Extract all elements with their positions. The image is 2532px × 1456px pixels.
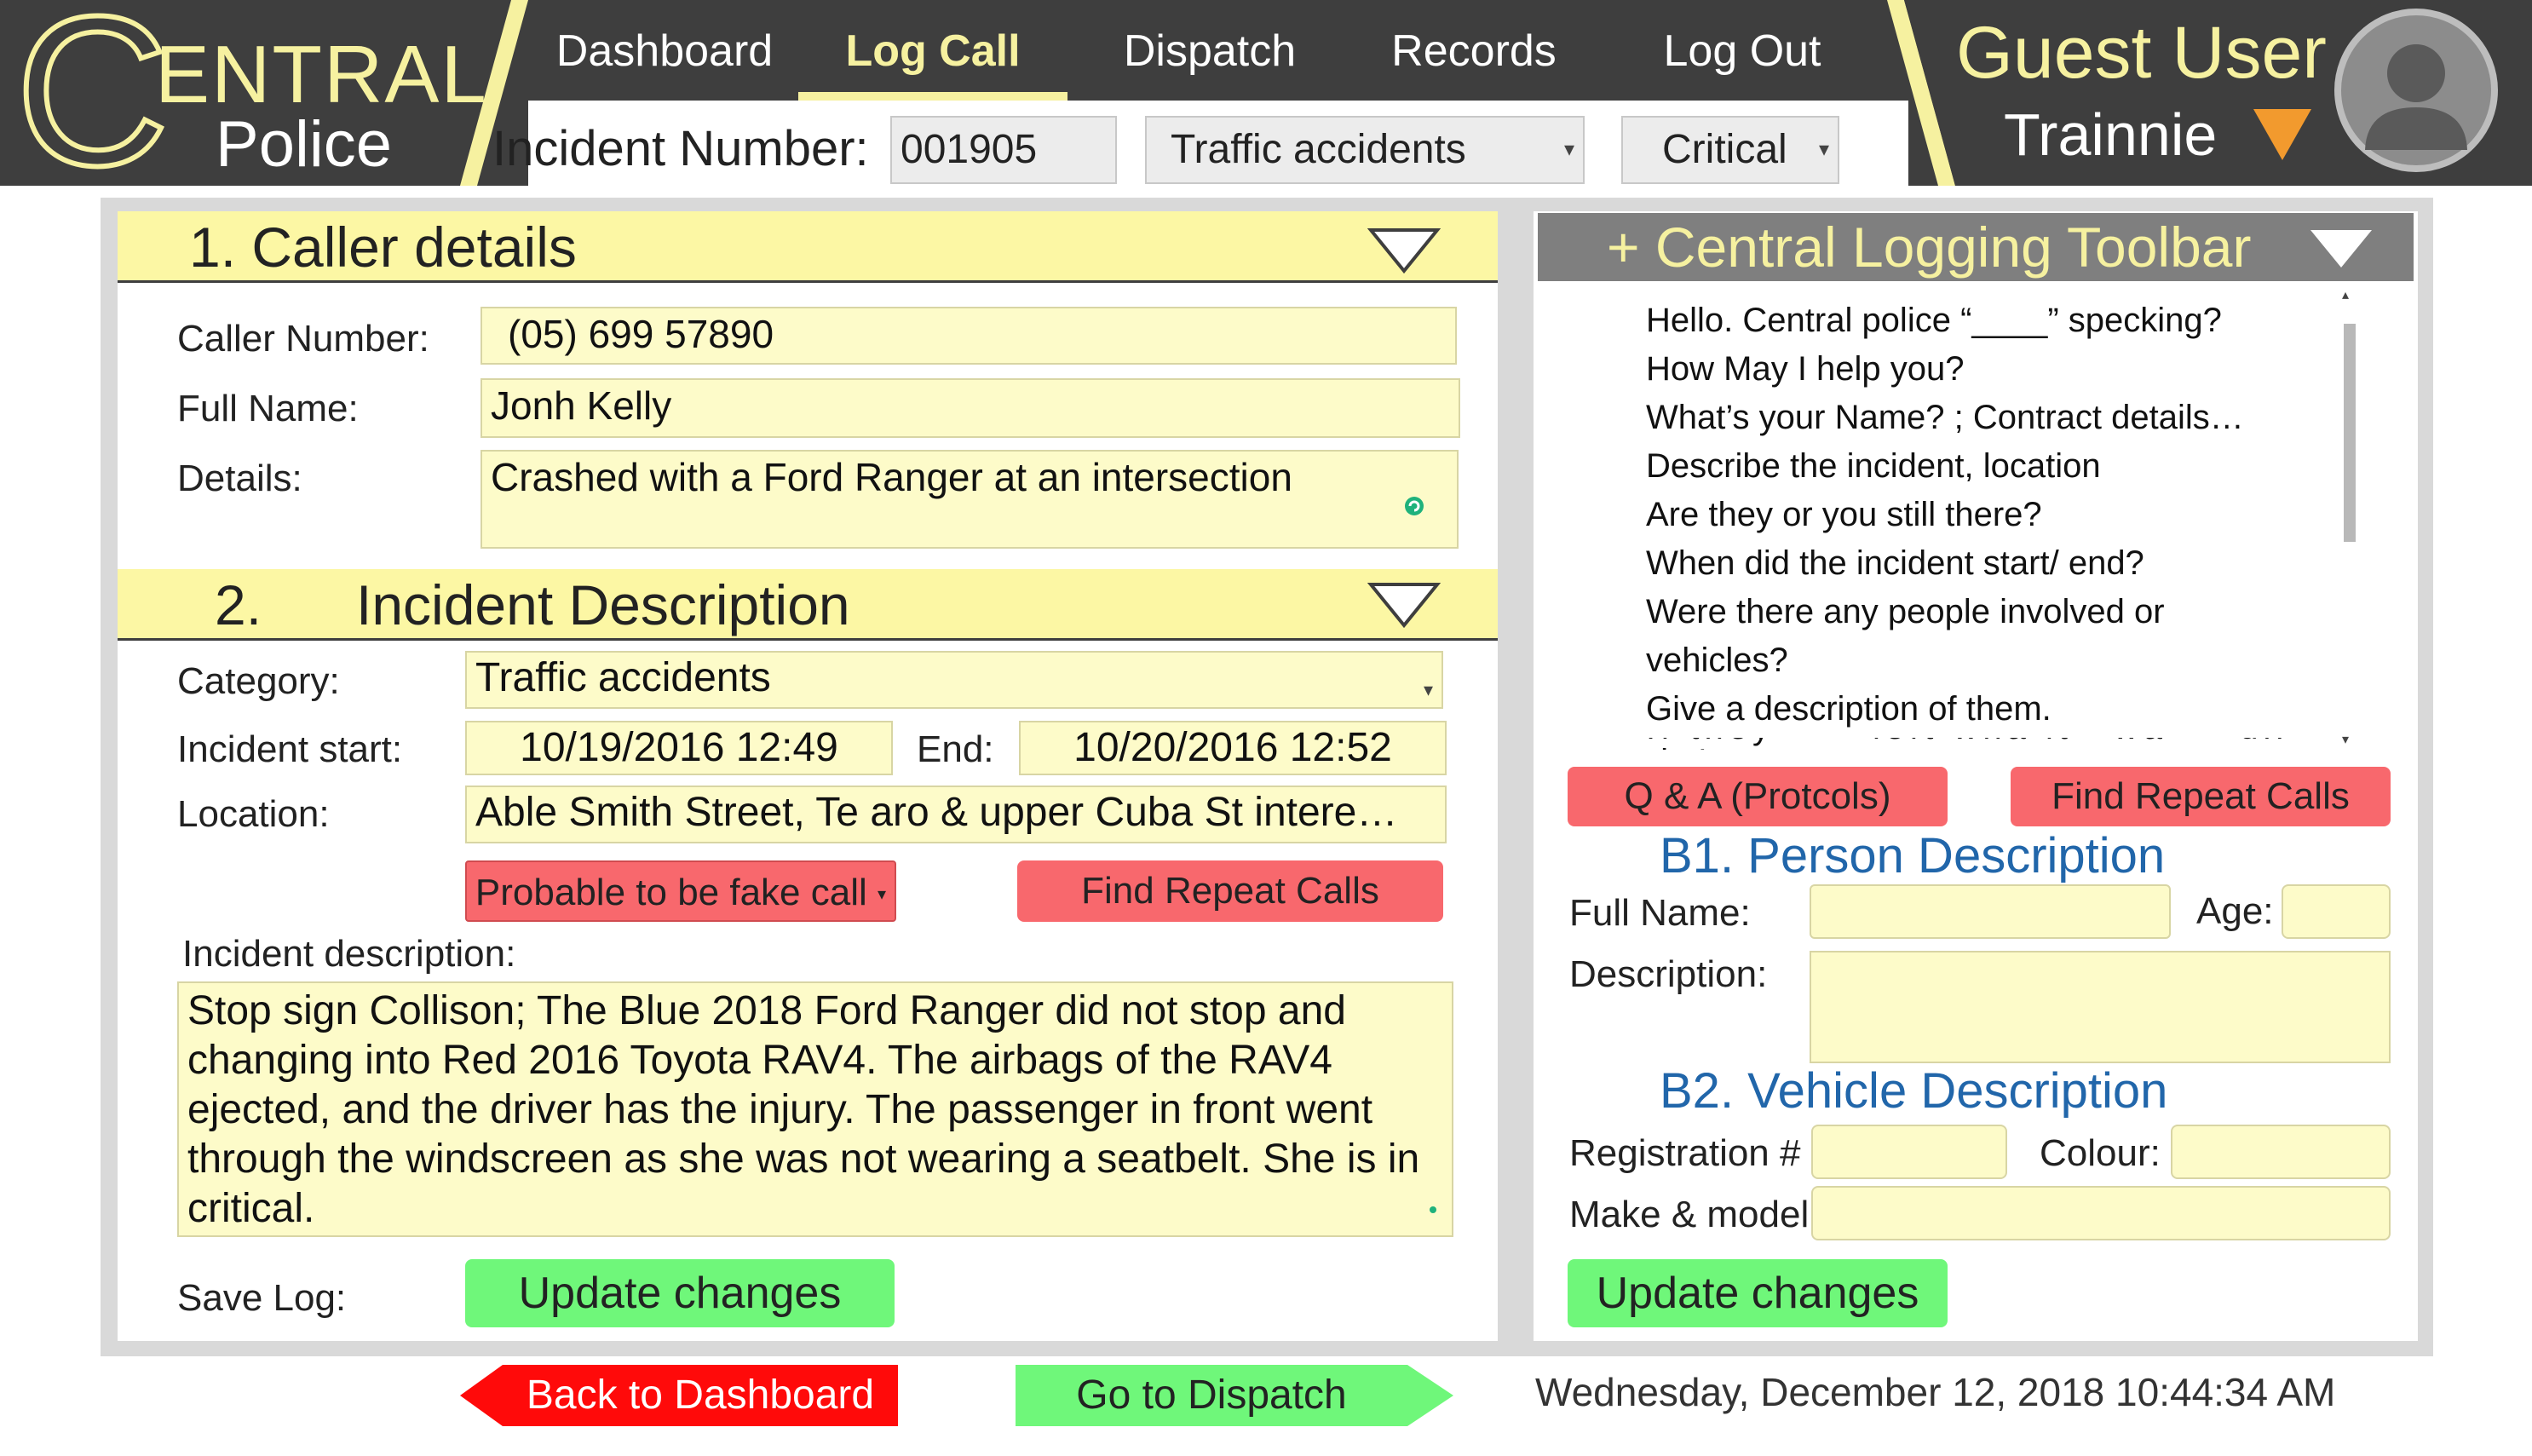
full-name-label: Full Name: (177, 388, 359, 429)
caller-number-field[interactable]: (05) 699 57890 (481, 307, 1457, 365)
script-line: vehicles? (1646, 642, 1788, 679)
person-age-label: Age: (2196, 890, 2274, 932)
details-value: Crashed with a Ford Ranger at an interse… (491, 455, 1292, 499)
vehicle-description-heading: B2. Vehicle Description (1660, 1063, 2168, 1119)
update-changes-button[interactable]: Update changes (465, 1259, 895, 1327)
incident-description-label: Incident description: (182, 933, 516, 975)
registration-field[interactable] (1811, 1125, 2007, 1179)
caller-number-label: Caller Number: (177, 318, 429, 360)
priority-select[interactable]: Critical ▾ (1621, 116, 1839, 184)
incident-description-field[interactable]: Stop sign Collison; The Blue 2018 Ford R… (177, 981, 1453, 1237)
details-label: Details: (177, 458, 302, 499)
colour-label: Colour: (2040, 1132, 2161, 1174)
nav-log-out[interactable]: Log Out (1619, 17, 1866, 85)
person-description-field[interactable] (1810, 951, 2391, 1063)
person-name-label: Full Name: (1569, 892, 1751, 934)
caller-details-title: 1. Caller details (189, 216, 577, 279)
back-to-dashboard-label[interactable]: Back to Dashboard (503, 1365, 898, 1426)
user-avatar-icon[interactable] (2333, 7, 2500, 174)
registration-label: Registration # (1569, 1132, 1801, 1174)
current-datetime: Wednesday, December 12, 2018 10:44:34 AM (1535, 1370, 2336, 1414)
grammar-check-icon (1430, 1206, 1436, 1213)
incident-end-field[interactable]: 10/20/2016 12:52 (1019, 721, 1447, 775)
scrollbar-thumb[interactable] (2344, 324, 2356, 542)
location-label: Location: (177, 793, 330, 835)
incident-section-title: Incident Description (356, 573, 850, 636)
person-name-field[interactable] (1810, 884, 2171, 939)
person-age-field[interactable] (2282, 884, 2391, 939)
user-panel-divider (1887, 0, 1964, 186)
nav-log-call[interactable]: Log Call (801, 17, 1065, 85)
dropdown-caret-icon: ▾ (1423, 679, 1433, 700)
script-line: Were there any people involved or (1646, 593, 2165, 630)
script-line: How May I help you? (1646, 350, 1965, 388)
collapse-triangle-icon[interactable] (1367, 227, 1441, 274)
user-name: Guest User (1956, 12, 2327, 94)
details-field[interactable]: Crashed with a Ford Ranger at an interse… (481, 450, 1459, 549)
dropdown-caret-icon: ▾ (1818, 138, 1829, 161)
full-name-field[interactable]: Jonh Kelly (481, 378, 1460, 438)
fake-call-label: Probable to be fake call (475, 872, 867, 913)
dropdown-caret-icon: ▾ (878, 885, 887, 904)
incident-type-value: Traffic accidents (1171, 127, 1466, 172)
toolbar-find-repeat-calls-button[interactable]: Find Repeat Calls (2011, 767, 2391, 826)
script-line: Are they or you still there? (1646, 496, 2042, 533)
incident-section-number: 2. (215, 573, 262, 636)
incident-number-label: Incident Number: (492, 121, 869, 176)
logging-toolbar-title: + Central Logging Toolbar (1607, 216, 2252, 279)
incident-end-label: End: (917, 728, 994, 770)
make-model-field[interactable] (1811, 1186, 2391, 1240)
script-line: Give a description of them. (1646, 690, 2051, 728)
location-field[interactable]: Able Smith Street, Te aro & upper Cuba S… (465, 786, 1447, 843)
qa-protocols-button[interactable]: Q & A (Protcols) (1568, 767, 1948, 826)
find-repeat-calls-button[interactable]: Find Repeat Calls (1017, 860, 1443, 922)
nav-records[interactable]: Records (1355, 17, 1593, 85)
logo-initial: C (13, 0, 172, 210)
nav-dashboard[interactable]: Dashboard (537, 17, 792, 85)
category-value: Traffic accidents (475, 655, 771, 700)
logo-text: ENTRAL (155, 29, 488, 120)
incident-start-label: Incident start: (177, 728, 403, 770)
scroll-up-icon[interactable]: ▴ (2342, 288, 2349, 303)
nav-active-indicator (798, 92, 1067, 101)
dropdown-caret-icon: ▾ (1563, 138, 1574, 161)
colour-field[interactable] (2171, 1125, 2391, 1179)
script-line: Describe the incident, location (1646, 447, 2101, 485)
user-menu-triangle-icon[interactable] (2253, 109, 2311, 160)
vehicle-update-changes-button[interactable]: Update changes (1568, 1259, 1948, 1327)
incident-start-field[interactable]: 10/19/2016 12:49 (465, 721, 893, 775)
grammar-check-icon[interactable] (1402, 494, 1426, 518)
script-line-clipped: If they ' - ' left wha it ' wa ' - dil t… (1646, 738, 2328, 750)
fake-call-select[interactable]: Probable to be fake call ▾ (465, 860, 896, 922)
person-description-heading: B1. Person Description (1660, 828, 2166, 883)
save-log-label: Save Log: (177, 1277, 347, 1319)
scroll-down-icon[interactable]: ▾ (2342, 733, 2349, 748)
collapse-triangle-icon[interactable] (1367, 581, 1441, 629)
script-line: Hello. Central police “____” specking? (1646, 302, 2222, 339)
priority-value: Critical (1662, 127, 1787, 172)
person-description-label: Description: (1569, 953, 1768, 995)
go-to-dispatch-label[interactable]: Go to Dispatch (1016, 1365, 1407, 1426)
nav-dispatch[interactable]: Dispatch (1082, 17, 1338, 85)
category-label: Category: (177, 660, 340, 702)
make-model-label: Make & model (1569, 1194, 1810, 1235)
incident-type-select[interactable]: Traffic accidents ▾ (1145, 116, 1585, 184)
category-select[interactable]: Traffic accidents ▾ (465, 651, 1443, 709)
collapse-triangle-icon[interactable] (2309, 228, 2374, 269)
script-line: What’s your Name? ; Contract details… (1646, 399, 2244, 436)
incident-number-field[interactable]: 001905 (890, 116, 1117, 184)
user-role: Trainnie (2004, 101, 2218, 168)
script-line: When did the incident start/ end? (1646, 544, 2144, 582)
logo-subtitle: Police (216, 108, 392, 181)
